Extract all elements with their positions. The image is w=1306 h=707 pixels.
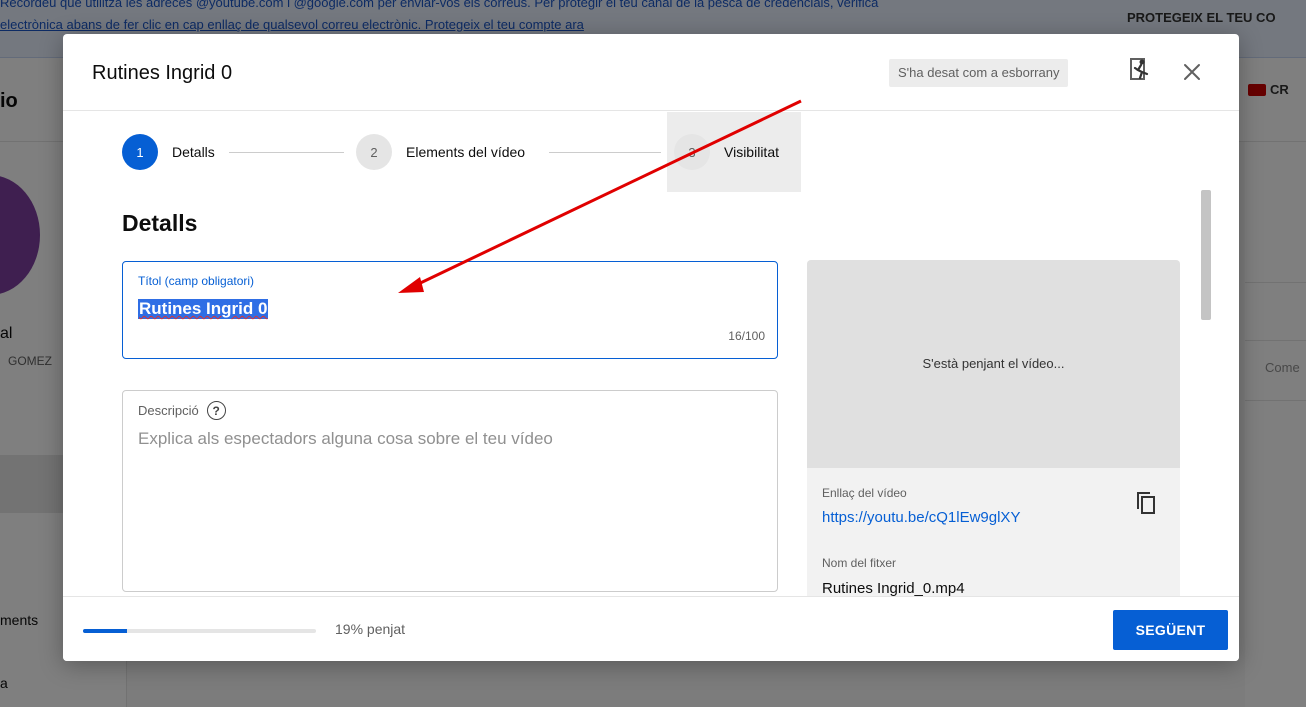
description-label-text: Descripció (138, 403, 199, 418)
dialog-title: Rutines Ingrid 0 (92, 62, 233, 84)
upload-dialog: Rutines Ingrid 0 S'ha desat com a esborr… (63, 34, 1239, 661)
description-field-label: Descripció ? (138, 401, 226, 420)
step-connector (229, 152, 344, 153)
dialog-footer: 19% penjat SEGÜENT (63, 596, 1239, 661)
title-input[interactable]: Títol (camp obligatori) Rutines Ingrid 0… (122, 261, 778, 359)
next-button[interactable]: SEGÜENT (1113, 610, 1228, 650)
title-field-label: Títol (camp obligatori) (138, 274, 255, 288)
video-preview: S'està penjant el vídeo... (807, 260, 1180, 468)
video-preview-panel: S'està penjant el vídeo... Enllaç del ví… (807, 260, 1180, 640)
description-placeholder: Explica als espectadors alguna cosa sobr… (138, 429, 553, 448)
step-label: Detalls (172, 144, 215, 160)
step-number: 3 (674, 134, 710, 170)
draft-status-badge: S'ha desat com a esborrany (889, 59, 1069, 87)
step-label: Elements del vídeo (406, 144, 526, 160)
scrollbar-track[interactable] (1201, 112, 1211, 596)
dialog-header: Rutines Ingrid 0 S'ha desat com a esborr… (63, 34, 1239, 111)
upload-progress-fill (83, 629, 128, 633)
step-connector (549, 152, 661, 153)
step-label: Visibilitat (724, 144, 779, 160)
feedback-icon[interactable] (1129, 56, 1153, 84)
step-number: 1 (122, 134, 158, 170)
video-link-label: Enllaç del vídeo (822, 486, 907, 500)
copy-icon[interactable] (1135, 490, 1157, 516)
step-video-elements[interactable]: 2 Elements del vídeo (356, 134, 525, 170)
title-char-counter: 16/100 (728, 329, 765, 343)
close-icon[interactable] (1180, 60, 1204, 84)
upload-progress-bar (83, 629, 316, 633)
filename-value: Rutines Ingrid_0.mp4 (822, 580, 965, 597)
step-number: 2 (356, 134, 392, 170)
video-link[interactable]: https://youtu.be/cQ1lEw9glXY (822, 509, 1020, 526)
upload-stepper: 1 Detalls 2 Elements del vídeo 3 Visibil… (63, 112, 1239, 192)
step-details[interactable]: 1 Detalls (122, 134, 215, 170)
help-icon[interactable]: ? (206, 401, 226, 420)
scrollbar-thumb[interactable] (1201, 190, 1211, 320)
step-visibility[interactable]: 3 Visibilitat (674, 134, 779, 170)
upload-status-text: S'està penjant el vídeo... (922, 356, 1065, 371)
filename-label: Nom del fitxer (822, 556, 897, 570)
section-title: Detalls (122, 210, 198, 236)
upload-progress-text: 19% penjat (335, 621, 406, 637)
title-field-value[interactable]: Rutines Ingrid 0 (138, 299, 269, 319)
description-input[interactable]: Descripció ? Explica als espectadors alg… (122, 390, 778, 592)
